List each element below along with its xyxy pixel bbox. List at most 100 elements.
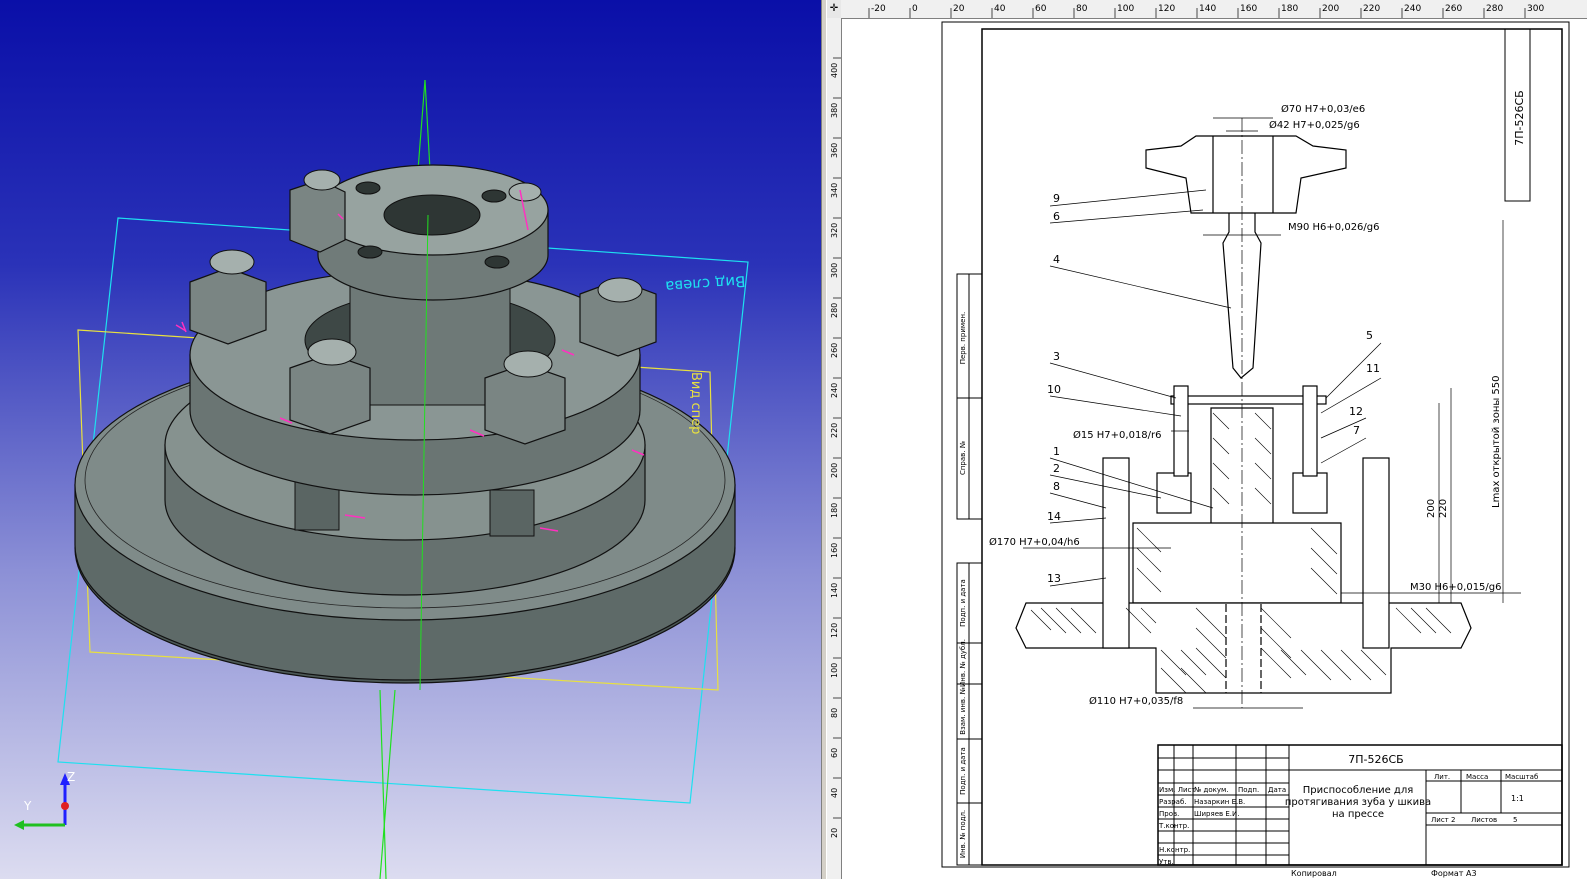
ruler-tick-label: 20 bbox=[953, 4, 965, 14]
ruler-tick-label: 220 bbox=[830, 423, 839, 438]
front-view-label: Вид спер bbox=[688, 372, 703, 434]
svg-text:1: 1 bbox=[1053, 445, 1060, 458]
title-name-1: Приспособление для bbox=[1303, 785, 1414, 796]
svg-text:9: 9 bbox=[1053, 192, 1060, 205]
svg-text:Утв.: Утв. bbox=[1159, 858, 1174, 866]
svg-text:5: 5 bbox=[1513, 816, 1517, 824]
title-name-2: протягивания зуба у шкива bbox=[1285, 797, 1431, 808]
svg-text:14: 14 bbox=[1047, 510, 1061, 523]
svg-text:Перв. примен.: Перв. примен. bbox=[959, 312, 967, 365]
axis-z-label: Z bbox=[67, 770, 75, 784]
ruler-tick-label: 280 bbox=[830, 303, 839, 318]
ruler-tick-label: 180 bbox=[1281, 4, 1298, 14]
3d-scene: Z Y Вид слева Вид спер bbox=[14, 79, 749, 879]
ruler-tick-label: 140 bbox=[1199, 4, 1216, 14]
svg-text:Формат А3: Формат А3 bbox=[1431, 869, 1477, 878]
3d-viewport[interactable]: Z Y Вид слева Вид спер bbox=[0, 0, 821, 879]
ruler-tick-label: 0 bbox=[912, 4, 918, 14]
svg-text:2: 2 bbox=[1451, 816, 1455, 824]
ruler-tick-label: 220 bbox=[1363, 4, 1380, 14]
ruler-tick-label: 260 bbox=[1445, 4, 1462, 14]
svg-text:Т.контр.: Т.контр. bbox=[1158, 822, 1189, 830]
svg-text:1:1: 1:1 bbox=[1511, 794, 1524, 803]
dim-220: 220 bbox=[1438, 499, 1449, 518]
svg-text:Лит.: Лит. bbox=[1434, 773, 1450, 781]
svg-text:13: 13 bbox=[1047, 572, 1061, 585]
ruler-horizontal[interactable]: -20 0 20 40 60 80 100 120 140 160 180 200 220 240 260 2… bbox=[841, 0, 1587, 19]
ruler-tick-label: 180 bbox=[830, 503, 839, 518]
left-view-label: Вид слева bbox=[665, 272, 746, 296]
ruler-tick-label: 120 bbox=[830, 623, 839, 638]
ruler-tick-label: 320 bbox=[830, 223, 839, 238]
svg-text:11: 11 bbox=[1366, 362, 1380, 375]
svg-text:Справ. №: Справ. № bbox=[959, 441, 967, 475]
svg-text:Масса: Масса bbox=[1466, 773, 1488, 781]
svg-text:3: 3 bbox=[1053, 350, 1060, 363]
svg-text:Назаркин Е.В.: Назаркин Е.В. bbox=[1194, 798, 1245, 806]
svg-text:Копировал: Копировал bbox=[1291, 869, 1337, 878]
axis-y-label: Y bbox=[23, 799, 32, 813]
nut bbox=[189, 267, 267, 345]
svg-text:Подп. и дата: Подп. и дата bbox=[959, 747, 967, 795]
drawing-pane[interactable]: ✛ -20 0 20 40 60 80 100 120 140 160 180 200 220 240 26… bbox=[827, 0, 1587, 879]
drawing-sheet: 7П-526СБ Перв. примен. Справ. № Подп. и … bbox=[941, 21, 1570, 878]
svg-text:Инв. № подл.: Инв. № подл. bbox=[959, 810, 967, 858]
svg-text:10: 10 bbox=[1047, 383, 1061, 396]
ruler-tick-label: 140 bbox=[830, 583, 839, 598]
svg-text:12: 12 bbox=[1349, 405, 1363, 418]
ruler-tick-label: 260 bbox=[830, 343, 839, 358]
svg-text:Масштаб: Масштаб bbox=[1505, 773, 1538, 781]
dim-d42: Ø42 H7+0,025/g6 bbox=[1269, 119, 1360, 131]
ruler-tick-label: 340 bbox=[830, 183, 839, 198]
dim-d70: Ø70 H7+0,03/e6 bbox=[1281, 103, 1365, 115]
svg-text:4: 4 bbox=[1053, 253, 1060, 266]
svg-text:6: 6 bbox=[1053, 210, 1060, 223]
dim-m90: M90 H6+0,026/g6 bbox=[1288, 222, 1380, 233]
ruler-tick-label: 60 bbox=[830, 748, 839, 758]
ruler-tick-label: 200 bbox=[830, 463, 839, 478]
dim-d15: Ø15 H7+0,018/r6 bbox=[1073, 429, 1162, 441]
svg-text:№ докум.: № докум. bbox=[1194, 786, 1229, 794]
ruler-tick-label: 400 bbox=[830, 63, 839, 78]
ruler-tick-label: 240 bbox=[1404, 4, 1421, 14]
title-code: 7П-526СБ bbox=[1348, 753, 1403, 766]
ruler-tick-label: 100 bbox=[1117, 4, 1134, 14]
svg-text:Изм. Лист: Изм. Лист bbox=[1159, 786, 1195, 794]
svg-text:Подп. и дата: Подп. и дата bbox=[959, 579, 967, 627]
ruler-tick-label: 40 bbox=[994, 4, 1006, 14]
svg-text:Подп.: Подп. bbox=[1238, 786, 1259, 794]
title-name-3: на прессе bbox=[1332, 809, 1384, 820]
ruler-tick-label: 280 bbox=[1486, 4, 1503, 14]
ruler-tick-label: 240 bbox=[830, 383, 839, 398]
svg-text:5: 5 bbox=[1366, 329, 1373, 342]
ruler-tick-label: 300 bbox=[830, 263, 839, 278]
ruler-tick-label: 160 bbox=[1240, 4, 1257, 14]
ruler-tick-label: 360 bbox=[830, 143, 839, 158]
svg-text:Разраб.: Разраб. bbox=[1159, 798, 1187, 806]
svg-text:Шиpяев Е.И.: Шиpяев Е.И. bbox=[1194, 810, 1239, 818]
svg-text:2: 2 bbox=[1053, 462, 1060, 475]
ruler-corner-icon[interactable]: ✛ bbox=[827, 0, 842, 19]
svg-text:Лист: Лист bbox=[1431, 816, 1449, 824]
svg-text:Н.контр.: Н.контр. bbox=[1159, 846, 1190, 854]
ruler-tick-label: 100 bbox=[830, 663, 839, 678]
ruler-tick-label: 120 bbox=[1158, 4, 1175, 14]
ruler-vertical[interactable]: 400 380 360 340 320 300 280 260 240 220 200 180 160 1… bbox=[827, 18, 842, 879]
dim-d110: Ø110 H7+0,035/f8 bbox=[1089, 695, 1183, 707]
svg-text:Пров.: Пров. bbox=[1159, 810, 1179, 818]
dim-m30: M30 H6+0,015/g6 bbox=[1410, 582, 1502, 593]
dim-d170: Ø170 H7+0,04/h6 bbox=[989, 536, 1080, 548]
svg-text:7: 7 bbox=[1353, 424, 1360, 437]
vertical-code: 7П-526СБ bbox=[1513, 90, 1526, 145]
svg-text:Инв. № дубл.: Инв. № дубл. bbox=[959, 639, 967, 687]
ruler-tick-label: 380 bbox=[830, 103, 839, 118]
dim-lmax: Lmax открытой зоны 550 bbox=[1491, 375, 1502, 508]
ruler-tick-label: 80 bbox=[1076, 4, 1088, 14]
svg-text:Дата: Дата bbox=[1268, 786, 1286, 794]
assembly-section bbox=[1015, 135, 1472, 694]
ruler-tick-label: 160 bbox=[830, 543, 839, 558]
ruler-tick-label: 300 bbox=[1527, 4, 1544, 14]
dim-200: 200 bbox=[1426, 499, 1437, 518]
ruler-tick-label: 60 bbox=[1035, 4, 1047, 14]
ruler-tick-label: 80 bbox=[830, 708, 839, 718]
